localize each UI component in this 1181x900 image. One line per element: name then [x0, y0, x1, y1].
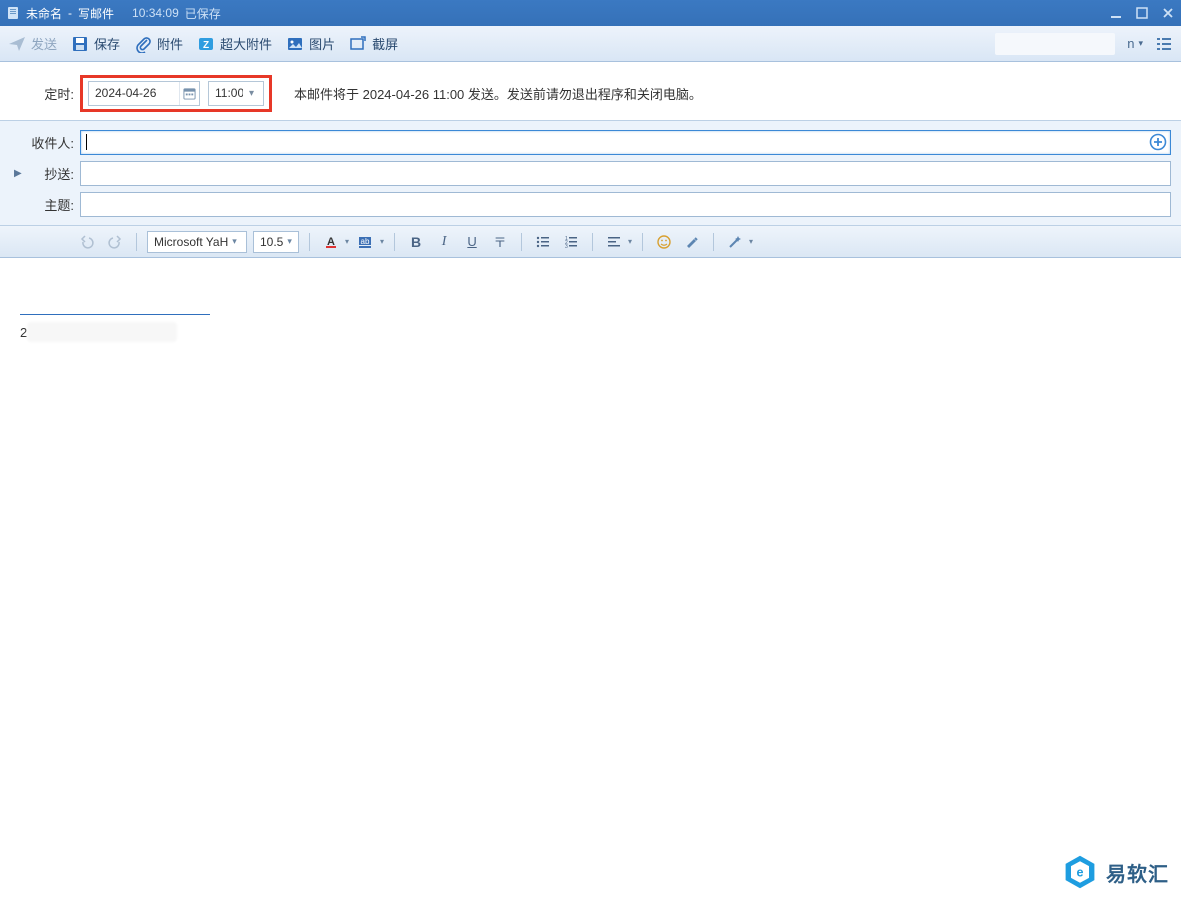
schedule-date-field[interactable]: [88, 81, 200, 106]
font-size-select[interactable]: 10.5 ▾: [253, 231, 299, 253]
svg-text:e: e: [1076, 866, 1083, 880]
schedule-date-input[interactable]: [89, 83, 179, 103]
schedule-hint: 本邮件将于 2024-04-26 11:00 发送。发送前请勿退出程序和关闭电脑…: [294, 84, 702, 103]
big-attach-icon: Z: [197, 35, 215, 53]
undo-button[interactable]: [76, 231, 98, 253]
window-title-time: 10:34:09: [132, 6, 179, 20]
schedule-time-field[interactable]: ▾: [208, 81, 264, 106]
window-title-mode: 写邮件: [78, 5, 114, 22]
window-title-doc: 未命名: [26, 5, 62, 22]
minimize-button[interactable]: [1109, 6, 1123, 20]
attach-label: 附件: [157, 34, 183, 53]
font-family-value: Microsoft YaH: [154, 235, 228, 249]
close-button[interactable]: [1161, 6, 1175, 20]
editor-toolbar: Microsoft YaH ▾ 10.5 ▾ A ▾ ab ▾ B I U 〒 …: [0, 226, 1181, 258]
emoji-button[interactable]: [653, 231, 675, 253]
screenshot-button[interactable]: 截屏: [349, 34, 398, 53]
titlebar: 未命名 - 写邮件 10:34:09 已保存: [0, 0, 1181, 26]
svg-text:Z: Z: [203, 40, 209, 51]
subject-label: 主题:: [0, 195, 80, 214]
underline-button[interactable]: U: [461, 231, 483, 253]
main-toolbar: 发送 保存 附件 Z 超大附件 图片 截屏 n ▾: [0, 26, 1181, 62]
watermark-logo: e 易软汇: [1062, 854, 1169, 890]
account-dd-label: n: [1127, 36, 1134, 51]
font-family-select[interactable]: Microsoft YaH ▾: [147, 231, 247, 253]
schedule-highlight-box: ▾: [80, 75, 272, 112]
svg-text:3: 3: [565, 244, 568, 250]
send-button[interactable]: 发送: [8, 34, 57, 53]
add-contact-icon[interactable]: [1149, 133, 1167, 151]
to-label: 收件人:: [0, 133, 80, 152]
attach-button[interactable]: 附件: [134, 34, 183, 53]
editor-body[interactable]: 2: [0, 258, 1181, 900]
watermark-text: 易软汇: [1106, 858, 1169, 887]
magic-button[interactable]: ▾: [724, 231, 753, 253]
cc-label[interactable]: ▶ 抄送:: [0, 164, 80, 183]
big-attach-label: 超大附件: [220, 34, 272, 53]
calendar-icon[interactable]: [179, 82, 199, 105]
header-fields: 收件人: ▶ 抄送: 主题:: [0, 120, 1181, 226]
chevron-down-icon: ▾: [1138, 38, 1143, 49]
document-icon: [6, 6, 20, 20]
screenshot-icon: [349, 35, 367, 53]
numbered-list-button[interactable]: 123: [560, 231, 582, 253]
bold-button[interactable]: B: [405, 231, 427, 253]
font-color-button[interactable]: A ▾: [320, 231, 349, 253]
list-view-icon[interactable]: [1155, 35, 1173, 53]
save-icon: [71, 35, 89, 53]
text-caret: [86, 134, 87, 150]
signature-line: 2: [20, 322, 177, 342]
svg-text:ab: ab: [361, 237, 370, 246]
image-icon: [286, 35, 304, 53]
font-size-value: 10.5: [260, 235, 283, 249]
highlight-button[interactable]: ab ▾: [355, 231, 384, 253]
strikethrough-button[interactable]: 〒: [489, 231, 511, 253]
image-button[interactable]: 图片: [286, 34, 335, 53]
save-label: 保存: [94, 34, 120, 53]
chevron-down-icon: ▾: [232, 236, 237, 247]
hex-logo-icon: e: [1062, 854, 1098, 890]
save-button[interactable]: 保存: [71, 34, 120, 53]
align-button[interactable]: ▾: [603, 231, 632, 253]
bullet-list-button[interactable]: [532, 231, 554, 253]
expand-triangle-icon[interactable]: ▶: [14, 168, 22, 179]
cc-input[interactable]: [80, 161, 1171, 186]
schedule-time-input[interactable]: [209, 83, 249, 103]
chevron-down-icon[interactable]: ▾: [249, 88, 263, 99]
window-title-sep: -: [68, 6, 72, 20]
signature-blurred: [27, 322, 177, 342]
subject-input[interactable]: [80, 192, 1171, 217]
schedule-label: 定时:: [0, 84, 80, 103]
image-label: 图片: [309, 34, 335, 53]
chevron-down-icon: ▾: [287, 236, 292, 247]
account-blur: [995, 33, 1115, 55]
send-label: 发送: [31, 34, 57, 53]
send-icon: [8, 35, 26, 53]
maximize-button[interactable]: [1135, 6, 1149, 20]
window-title-saved: 已保存: [185, 5, 221, 22]
format-clear-button[interactable]: [681, 231, 703, 253]
italic-button[interactable]: I: [433, 231, 455, 253]
account-dropdown[interactable]: n ▾: [1127, 36, 1143, 51]
signature-prefix: 2: [20, 325, 27, 340]
big-attach-button[interactable]: Z 超大附件: [197, 34, 272, 53]
screenshot-label: 截屏: [372, 34, 398, 53]
schedule-row: 定时: ▾ 本邮件将于 2024-04-26 11:00 发送。发送前请勿退出程…: [0, 62, 1181, 120]
redo-button[interactable]: [104, 231, 126, 253]
signature-separator: [20, 314, 210, 315]
to-input[interactable]: [80, 130, 1171, 155]
paperclip-icon: [134, 35, 152, 53]
